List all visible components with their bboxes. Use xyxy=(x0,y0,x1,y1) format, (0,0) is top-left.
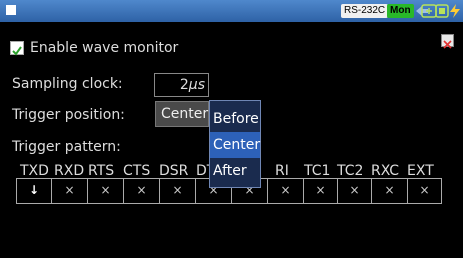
port-badge: RS-232C xyxy=(341,4,389,18)
close-icon xyxy=(443,40,452,49)
enable-label: Enable wave monitor xyxy=(30,40,179,56)
signal-header: RI xyxy=(275,163,289,179)
pattern-cell[interactable]: × xyxy=(372,178,408,203)
power-icon xyxy=(450,4,460,18)
status-bar: RS-232C Mon xyxy=(0,0,463,22)
pattern-cell[interactable]: × xyxy=(408,178,441,203)
pattern-cell[interactable]: ↓ xyxy=(17,178,52,203)
sampling-value: 2 xyxy=(179,77,189,93)
pattern-cell[interactable]: × xyxy=(52,178,88,203)
trigger-position-dropdown: Before Center After xyxy=(209,100,261,188)
window-icon xyxy=(6,5,16,15)
pattern-cell[interactable]: × xyxy=(268,178,304,203)
option-after[interactable]: After xyxy=(210,158,260,184)
mon-badge: Mon xyxy=(387,4,414,18)
pattern-cell[interactable]: × xyxy=(338,178,372,203)
signal-header: TC2 xyxy=(337,163,364,179)
option-center[interactable]: Center xyxy=(210,132,260,158)
signal-header: RTS xyxy=(88,163,115,179)
trigger-position-value: Center xyxy=(161,106,209,122)
pattern-cell[interactable]: × xyxy=(88,178,124,203)
trigger-position-select[interactable]: Center xyxy=(155,101,209,127)
sampling-unit: μs xyxy=(188,77,205,93)
trigger-position-label: Trigger position: xyxy=(12,107,125,123)
signal-header: TC1 xyxy=(304,163,331,179)
signal-header: RXC xyxy=(371,163,400,179)
signal-header: CTS xyxy=(123,163,151,179)
pattern-cell[interactable]: × xyxy=(304,178,338,203)
signal-header: DSR xyxy=(159,163,189,179)
sampling-input[interactable]: 2μs xyxy=(154,73,209,97)
pattern-cell[interactable]: × xyxy=(160,178,196,203)
option-before[interactable]: Before xyxy=(210,106,260,132)
enable-checkbox[interactable] xyxy=(10,41,24,56)
check-icon xyxy=(12,46,22,56)
signal-header: EXT xyxy=(407,163,434,179)
signal-header: RXD xyxy=(54,163,85,179)
close-button[interactable] xyxy=(441,34,454,49)
pattern-cell[interactable]: × xyxy=(124,178,160,203)
signal-header: TXD xyxy=(20,163,49,179)
sampling-label: Sampling clock: xyxy=(12,76,123,92)
trigger-pattern-label: Trigger pattern: xyxy=(12,139,121,155)
